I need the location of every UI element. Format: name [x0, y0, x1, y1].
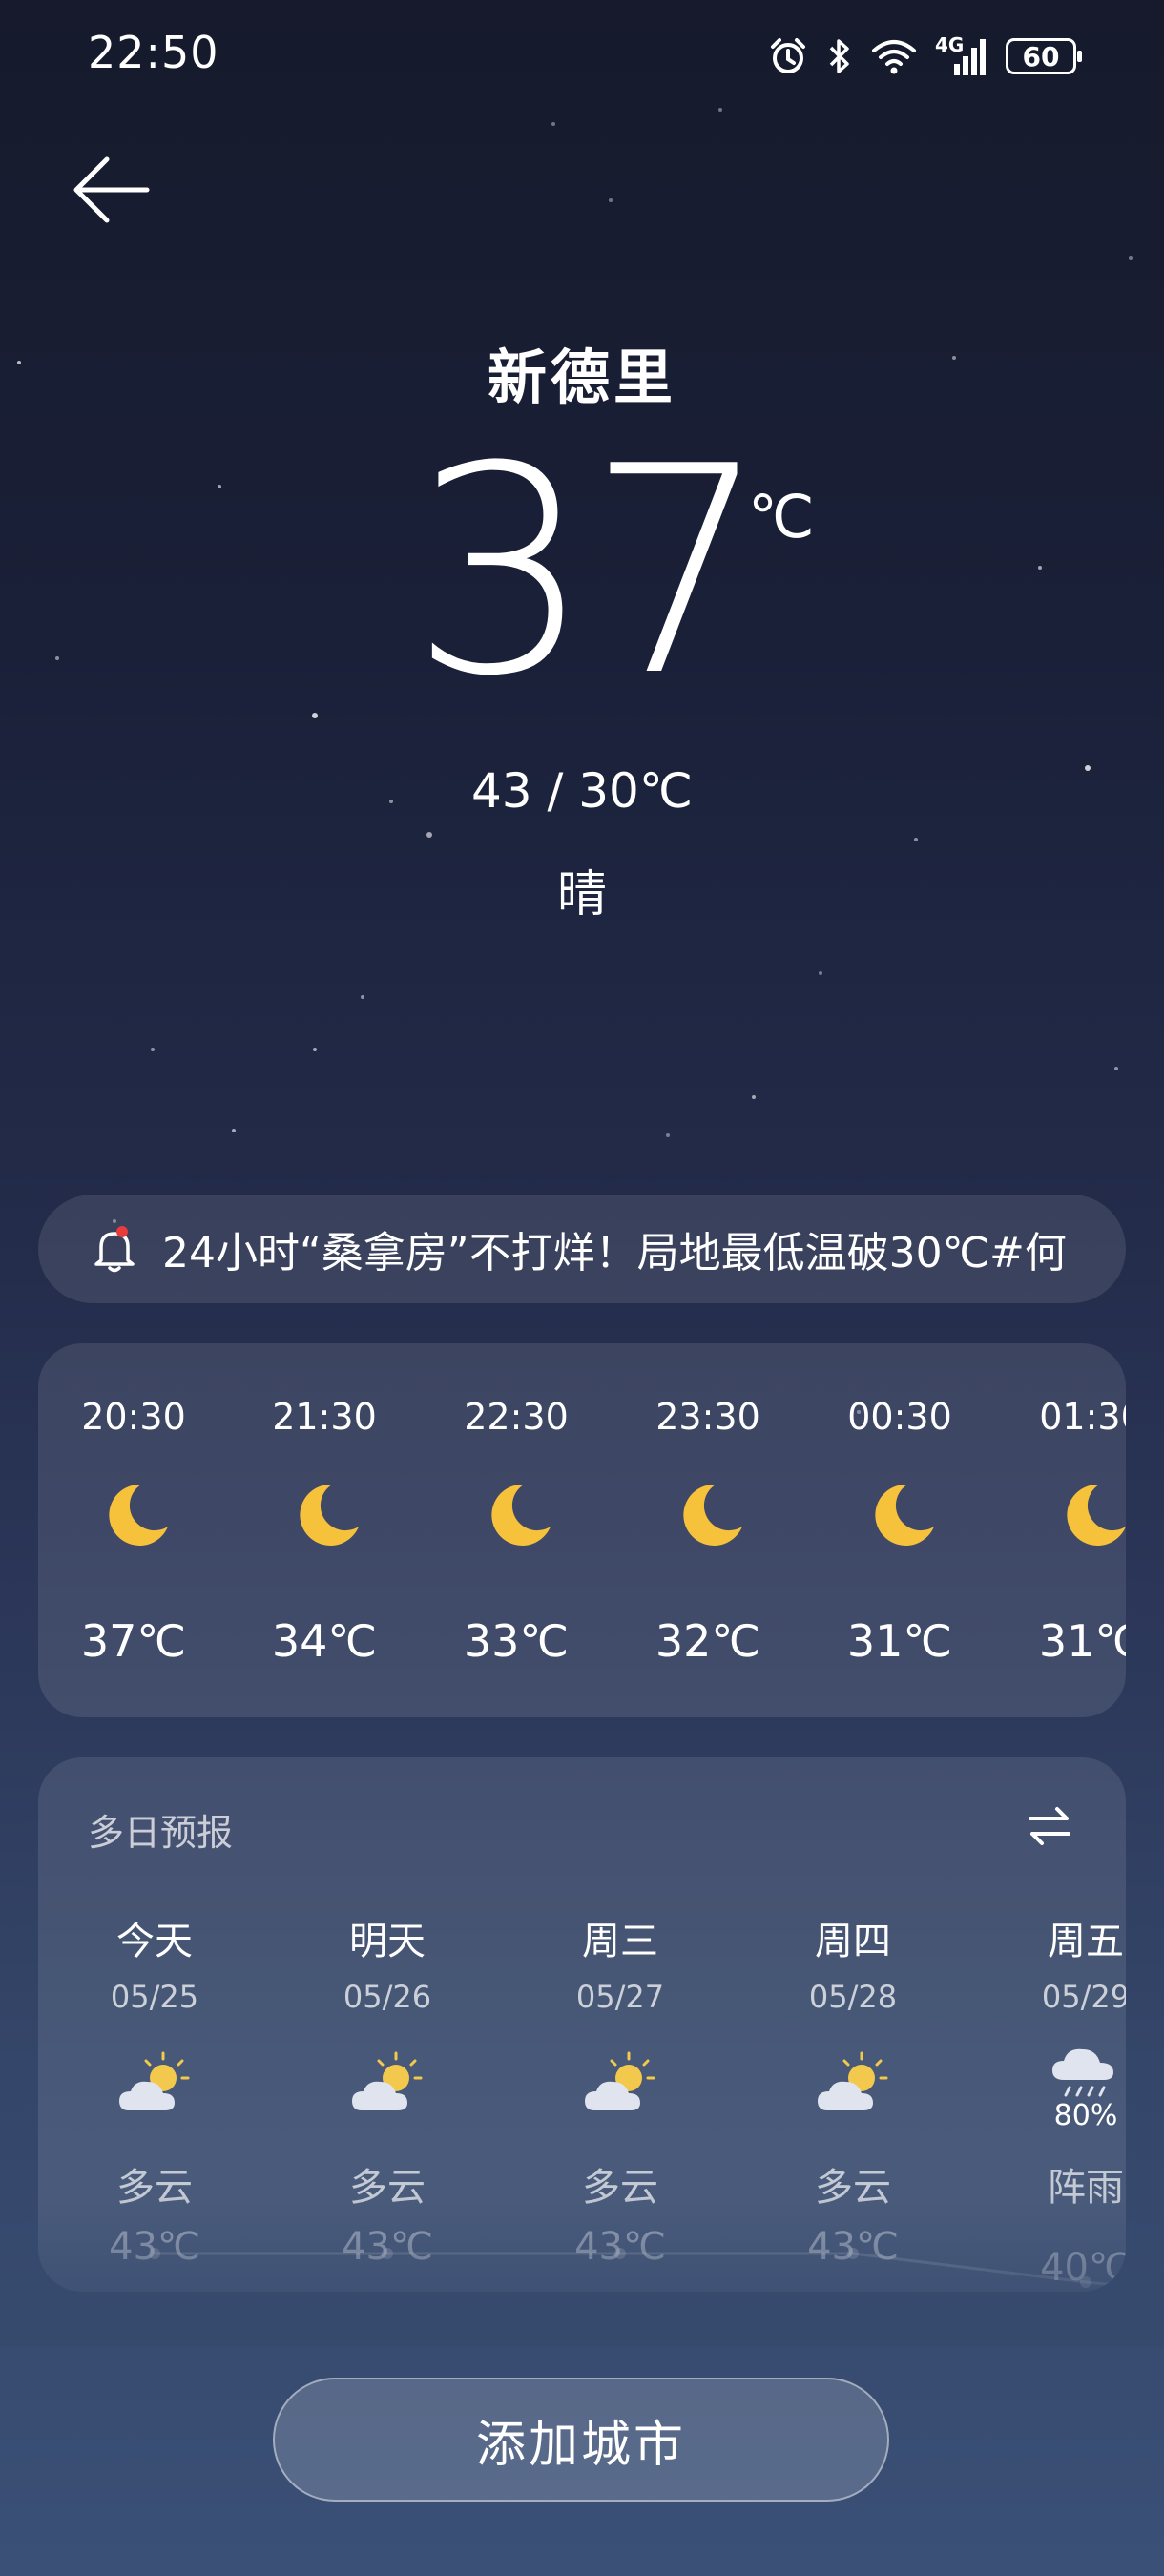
day-name: 周四 — [815, 1920, 891, 1963]
temperature-unit: ℃ — [748, 482, 815, 551]
partly-cloudy-icon — [818, 2051, 888, 2110]
moon-icon — [875, 1484, 934, 1546]
weather-condition: 晴 — [556, 866, 607, 924]
hour-temperature: 31℃ — [846, 1615, 953, 1667]
moon-icon — [1067, 1484, 1126, 1546]
hour-temperature: 37℃ — [80, 1615, 187, 1667]
hourly-forecast[interactable]: 20:30 37℃ 21:30 34℃ 22:30 33℃ 23:30 32℃ … — [38, 1343, 1126, 1717]
day-name: 明天 — [349, 1920, 426, 1963]
current-temperature: 37 — [410, 405, 769, 738]
day-date: 05/27 — [575, 1979, 665, 2015]
partly-cloudy-icon — [119, 2051, 190, 2110]
day-item[interactable]: 周四 05/28 多云 43℃ — [758, 1757, 948, 2292]
hour-item: 20:30 37℃ — [38, 1343, 229, 1717]
day-date: 05/25 — [110, 1979, 199, 2015]
status-bar: 22:50 4G 60 — [0, 0, 1164, 114]
temperature-range: 43 / 30℃ — [470, 763, 694, 819]
hour-item: 22:30 33℃ — [421, 1343, 612, 1717]
partly-cloudy-icon — [352, 2051, 423, 2110]
moon-icon — [109, 1484, 168, 1546]
signal-group: 4G — [935, 33, 988, 77]
daily-forecast[interactable]: 多日预报 今天 05/25 多云 43℃ 明天 05/26 多云 43℃ 周三 … — [38, 1757, 1126, 2292]
day-name: 今天 — [116, 1920, 193, 1963]
hour-time: 20:30 — [81, 1396, 186, 1438]
bell-icon — [94, 1226, 135, 1273]
status-time: 22:50 — [88, 27, 219, 78]
partly-cloudy-icon — [585, 2051, 655, 2110]
day-condition: 多云 — [815, 2166, 891, 2210]
moon-icon — [491, 1484, 551, 1546]
hour-time: 22:30 — [464, 1396, 569, 1438]
hour-time: 21:30 — [272, 1396, 377, 1438]
hour-time: 01:30 — [1039, 1396, 1126, 1438]
bluetooth-icon — [829, 39, 849, 73]
day-high-temperature: 43℃ — [807, 2225, 899, 2269]
day-date: 05/26 — [343, 1979, 432, 2015]
signal-icon — [954, 39, 986, 75]
news-text: 24小时“桑拿房”不打烊！局地最低温破30℃#何 — [162, 1229, 1067, 1278]
hour-temperature: 31℃ — [1038, 1615, 1126, 1667]
day-condition: 阵雨 — [1048, 2166, 1124, 2210]
moon-icon — [683, 1484, 742, 1546]
day-name: 周五 — [1048, 1920, 1124, 1963]
battery-level: 60 — [1022, 40, 1060, 73]
day-item[interactable]: 明天 05/26 多云 43℃ — [292, 1757, 483, 2292]
day-condition: 多云 — [582, 2166, 658, 2210]
day-date: 05/29 — [1041, 1979, 1126, 2015]
wifi-icon — [872, 40, 916, 74]
hour-time: 00:30 — [847, 1396, 952, 1438]
day-item[interactable]: 周五 05/29 80% 阵雨 40℃ — [990, 1757, 1126, 2292]
hour-temperature: 34℃ — [271, 1615, 378, 1667]
hour-item: 23:30 32℃ — [613, 1343, 803, 1717]
day-item[interactable]: 周三 05/27 多云 43℃ — [525, 1757, 716, 2292]
city-name: 新德里 — [487, 343, 676, 412]
hour-temperature: 33℃ — [463, 1615, 570, 1667]
moon-icon — [300, 1484, 359, 1546]
back-arrow-icon[interactable] — [67, 148, 158, 239]
day-high-temperature: 43℃ — [342, 2225, 433, 2269]
day-date: 05/28 — [808, 1979, 898, 2015]
hour-item: 21:30 34℃ — [229, 1343, 420, 1717]
add-city-button[interactable]: 添加城市 — [273, 2378, 889, 2502]
day-item[interactable]: 今天 05/25 多云 43℃ — [59, 1757, 250, 2292]
hour-item: 00:30 31℃ — [804, 1343, 995, 1717]
status-icons: 4G 60 — [767, 32, 1082, 80]
battery-icon: 60 — [1006, 38, 1082, 74]
day-condition: 多云 — [349, 2166, 426, 2210]
day-high-temperature: 40℃ — [1040, 2246, 1126, 2290]
day-condition: 多云 — [116, 2166, 193, 2210]
alarm-icon — [771, 38, 805, 73]
news-banner[interactable]: 24小时“桑拿房”不打烊！局地最低温破30℃#何 — [38, 1195, 1126, 1303]
day-precipitation: 80% — [1053, 2099, 1118, 2132]
day-name: 周三 — [582, 1920, 658, 1963]
hour-time: 23:30 — [655, 1396, 760, 1438]
day-high-temperature: 43℃ — [109, 2225, 200, 2269]
hour-item: 01:30 31℃ — [996, 1343, 1126, 1717]
hour-temperature: 32℃ — [655, 1615, 761, 1667]
day-high-temperature: 43℃ — [574, 2225, 666, 2269]
